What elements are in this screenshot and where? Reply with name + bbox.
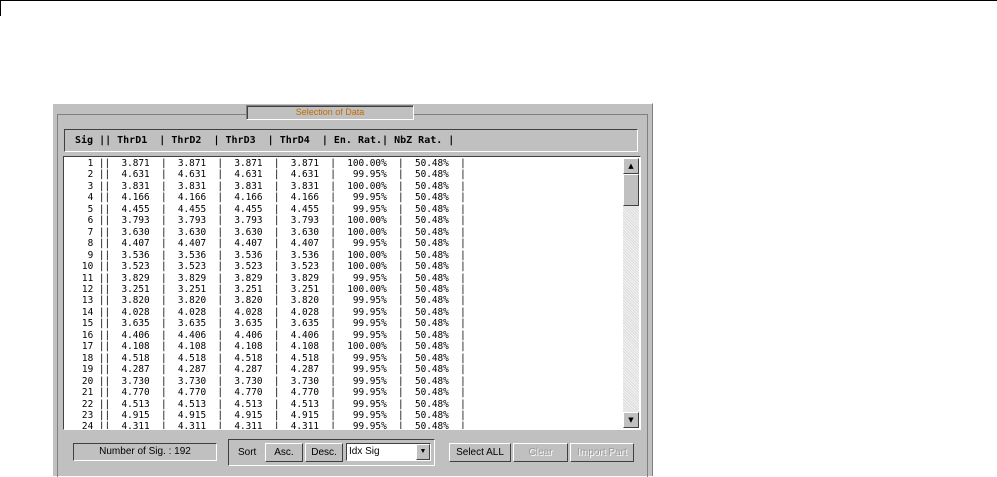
sort-key-value: Idx Sig — [349, 446, 380, 457]
dropdown-arrow-icon[interactable]: ▼ — [416, 444, 430, 460]
list-item[interactable]: 9 || 3.536 | 3.536 | 3.536 | 3.536 | 100… — [65, 250, 466, 261]
list-item[interactable]: 15 || 3.635 | 3.635 | 3.635 | 3.635 | 99… — [65, 318, 466, 329]
list-item[interactable]: 17 || 4.108 | 4.108 | 4.108 | 4.108 | 10… — [65, 341, 466, 352]
list-item[interactable]: 8 || 4.407 | 4.407 | 4.407 | 4.407 | 99.… — [65, 238, 466, 249]
signal-list[interactable]: 1 || 3.871 | 3.871 | 3.871 | 3.871 | 100… — [63, 156, 641, 430]
list-item[interactable]: 7 || 3.630 | 3.630 | 3.630 | 3.630 | 100… — [65, 227, 466, 238]
scroll-down-arrow-icon[interactable]: ▼ — [623, 412, 639, 428]
signal-count: Number of Sig. : 192 — [73, 443, 217, 461]
scroll-up-arrow-icon[interactable]: ▲ — [623, 158, 639, 174]
clear-button[interactable]: Clear — [513, 443, 568, 462]
list-item[interactable]: 2 || 4.631 | 4.631 | 4.631 | 4.631 | 99.… — [65, 169, 466, 180]
list-item[interactable]: 21 || 4.770 | 4.770 | 4.770 | 4.770 | 99… — [65, 387, 466, 398]
list-scrollbar[interactable]: ▲ ▼ — [623, 158, 639, 428]
list-item[interactable]: 19 || 4.287 | 4.287 | 4.287 | 4.287 | 99… — [65, 364, 466, 375]
window-left-border — [0, 0, 1, 16]
window-top-border — [0, 0, 997, 1]
list-item[interactable]: 10 || 3.523 | 3.523 | 3.523 | 3.523 | 10… — [65, 261, 466, 272]
list-item[interactable]: 12 || 3.251 | 3.251 | 3.251 | 3.251 | 10… — [65, 284, 466, 295]
list-item[interactable]: 13 || 3.820 | 3.820 | 3.820 | 3.820 | 99… — [65, 295, 466, 306]
sort-key-select[interactable]: Idx Sig ▼ — [346, 443, 431, 461]
import-part-button[interactable]: Import Part — [570, 443, 634, 462]
list-item[interactable]: 18 || 4.518 | 4.518 | 4.518 | 4.518 | 99… — [65, 353, 466, 364]
list-item[interactable]: 16 || 4.406 | 4.406 | 4.406 | 4.406 | 99… — [65, 330, 466, 341]
list-item[interactable]: 6 || 3.793 | 3.793 | 3.793 | 3.793 | 100… — [65, 215, 466, 226]
sort-desc-button[interactable]: Desc. — [305, 443, 343, 462]
panel-title: Selection of Data — [246, 105, 414, 120]
list-item[interactable]: 11 || 3.829 | 3.829 | 3.829 | 3.829 | 99… — [65, 273, 466, 284]
sort-label: Sort — [238, 447, 257, 458]
sort-asc-button[interactable]: Asc. — [265, 443, 303, 462]
list-item[interactable]: 3 || 3.831 | 3.831 | 3.831 | 3.831 | 100… — [65, 181, 466, 192]
list-item[interactable]: 20 || 3.730 | 3.730 | 3.730 | 3.730 | 99… — [65, 376, 466, 387]
list-item[interactable]: 23 || 4.915 | 4.915 | 4.915 | 4.915 | 99… — [65, 410, 466, 421]
list-item[interactable]: 22 || 4.513 | 4.513 | 4.513 | 4.513 | 99… — [65, 399, 466, 410]
list-item[interactable]: 5 || 4.455 | 4.455 | 4.455 | 4.455 | 99.… — [65, 204, 466, 215]
select-all-button[interactable]: Select ALL — [449, 443, 511, 462]
list-item[interactable]: 24 || 4.311 | 4.311 | 4.311 | 4.311 | 99… — [65, 421, 466, 429]
list-item[interactable]: 1 || 3.871 | 3.871 | 3.871 | 3.871 | 100… — [65, 158, 466, 169]
scroll-thumb[interactable] — [623, 174, 639, 206]
table-header: Sig || ThrD1 | ThrD2 | ThrD3 | ThrD4 | E… — [64, 129, 638, 152]
selection-of-data-panel: Selection of Data Sig || ThrD1 | ThrD2 |… — [52, 103, 653, 477]
sort-group: Sort Asc. Desc. Idx Sig ▼ — [228, 439, 435, 466]
signal-rows: 1 || 3.871 | 3.871 | 3.871 | 3.871 | 100… — [65, 158, 466, 429]
list-item[interactable]: 4 || 4.166 | 4.166 | 4.166 | 4.166 | 99.… — [65, 192, 466, 203]
list-item[interactable]: 14 || 4.028 | 4.028 | 4.028 | 4.028 | 99… — [65, 307, 466, 318]
action-buttons: Select ALL Clear Import Part — [446, 440, 638, 465]
